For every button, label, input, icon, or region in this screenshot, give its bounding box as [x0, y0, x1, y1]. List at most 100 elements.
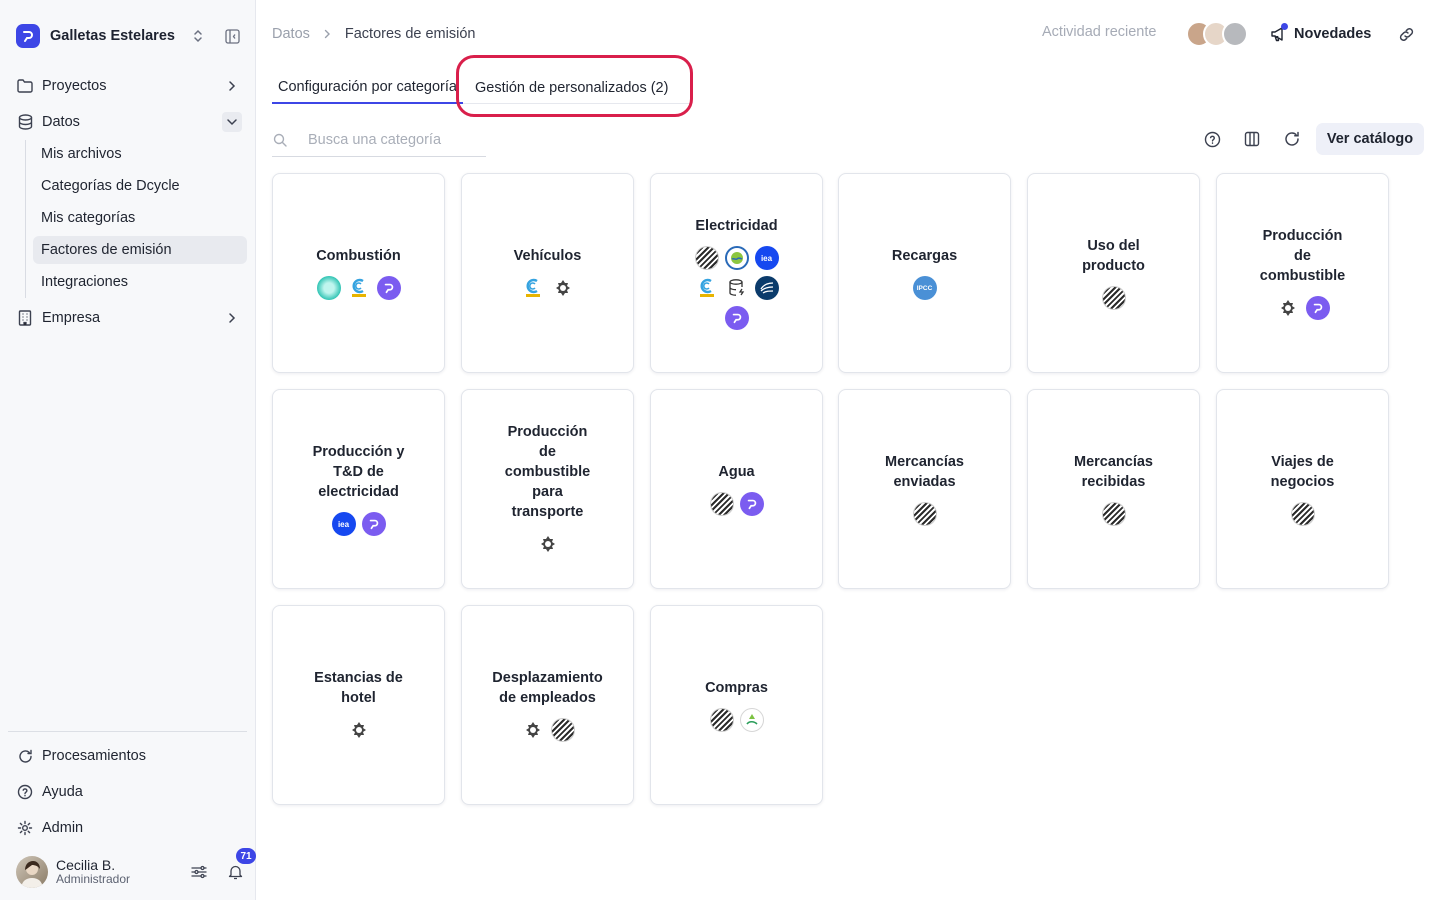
crest-logo-icon: [535, 532, 560, 556]
striped-logo-icon: [694, 246, 719, 270]
energy-db-icon: [724, 276, 749, 300]
recent-activity-link[interactable]: Actividad reciente: [1042, 24, 1156, 40]
chevron-right-icon[interactable]: [222, 308, 242, 328]
ipcc-logo-icon: IPCC: [912, 276, 937, 300]
category-card[interactable]: Producción y T&D de electricidad iea: [272, 389, 445, 589]
highlight-annotation: [456, 55, 693, 117]
notifications-button[interactable]: 71: [224, 848, 256, 883]
sidebar-item-label: Empresa: [42, 310, 101, 326]
category-card[interactable]: Producción de combustible para transport…: [461, 389, 634, 589]
mitma-logo-icon: [520, 276, 545, 300]
category-title: Recargas: [891, 248, 958, 264]
news-button[interactable]: Novedades: [1268, 22, 1371, 46]
chevron-right-icon[interactable]: [222, 76, 242, 96]
chevron-up-down-icon[interactable]: [188, 26, 208, 46]
sidebar-item-label: Datos: [42, 114, 80, 130]
mitma-logo-icon: [694, 276, 719, 300]
dcycle-logo-icon: [724, 306, 749, 330]
ver-catalogo-button[interactable]: Ver catálogo: [1316, 123, 1424, 155]
breadcrumb-parent[interactable]: Datos: [272, 26, 310, 42]
sidebar-item-proyectos[interactable]: Proyectos: [8, 71, 248, 101]
tab-configuracion-categoria[interactable]: Configuración por categoría: [272, 72, 463, 104]
avatar[interactable]: [16, 856, 48, 888]
category-title: Vehículos: [513, 248, 582, 264]
source-logos: [500, 532, 596, 556]
sidebar-subitem-integraciones[interactable]: Integraciones: [33, 268, 247, 296]
category-card[interactable]: Compras: [650, 605, 823, 805]
sidebar-item-admin[interactable]: Admin: [8, 813, 248, 843]
teal-circle-icon: [316, 276, 341, 300]
dcycle-logo-icon: [1305, 296, 1330, 320]
sidebar-divider: [8, 731, 247, 732]
building-icon: [16, 309, 34, 327]
refresh-icon: [1284, 131, 1300, 147]
crest-logo-icon: [520, 718, 545, 742]
folder-icon: [16, 77, 34, 95]
refresh-button[interactable]: [1282, 129, 1302, 149]
striped-logo-icon: [1101, 502, 1126, 526]
source-logos: [1255, 502, 1351, 526]
search-icon: [272, 132, 288, 148]
collapse-sidebar-icon[interactable]: [222, 26, 242, 46]
news-label: Novedades: [1294, 26, 1372, 42]
sidebar-item-label: Proyectos: [42, 78, 107, 94]
category-card[interactable]: Desplazamiento de empleados: [461, 605, 634, 805]
category-card[interactable]: Mercancías recibidas: [1027, 389, 1200, 589]
category-title: Compras: [705, 680, 768, 696]
sidebar-subitem-mis-archivos[interactable]: Mis archivos: [33, 140, 247, 168]
user-profile[interactable]: Cecilia B. Administrador 71: [16, 848, 256, 889]
workspace-switcher[interactable]: Galletas Estelares: [16, 22, 242, 50]
search-input[interactable]: [308, 131, 478, 148]
category-title: Viajes de negocios: [1270, 454, 1335, 490]
epa-logo-icon: [724, 246, 749, 270]
sidebar-subitem-mis-categorias[interactable]: Mis categorías: [33, 204, 247, 232]
ree-logo-icon: [754, 276, 779, 300]
sidebar-item-label: Ayuda: [42, 784, 83, 800]
crest-logo-icon: [550, 276, 575, 300]
iea-logo-icon: iea: [754, 246, 779, 270]
category-card[interactable]: Mercancías enviadas: [838, 389, 1011, 589]
workspace-name: Galletas Estelares: [50, 28, 175, 44]
help-circle-icon: [16, 783, 34, 801]
category-card[interactable]: Combustión: [272, 173, 445, 373]
category-card[interactable]: Vehículos: [461, 173, 634, 373]
user-name: Cecilia B.: [56, 857, 116, 874]
sidebar-item-datos[interactable]: Datos: [8, 107, 248, 137]
category-card[interactable]: Producción de combustible: [1216, 173, 1389, 373]
link-icon[interactable]: [1396, 24, 1416, 44]
sliders-icon[interactable]: [188, 861, 210, 883]
search-bar: [272, 123, 486, 157]
sidebar-item-ayuda[interactable]: Ayuda: [8, 777, 248, 807]
dcycle-logo-icon: [361, 512, 386, 536]
category-card[interactable]: Estancias de hotel: [272, 605, 445, 805]
category-title: Electricidad: [695, 218, 778, 234]
recycle-logo-icon: [739, 708, 764, 732]
refresh-icon: [16, 747, 34, 765]
chevron-down-icon[interactable]: [222, 112, 242, 132]
crest-logo-icon: [346, 718, 371, 742]
category-card[interactable]: Electricidad iea: [650, 173, 823, 373]
new-indicator-dot: [1281, 23, 1288, 30]
columns-button[interactable]: [1242, 129, 1262, 149]
crest-logo-icon: [1275, 296, 1300, 320]
breadcrumb-current: Factores de emisión: [344, 26, 476, 42]
category-title: Producción de combustible: [1259, 228, 1346, 284]
sidebar-subitem-factores-emision[interactable]: Factores de emisión: [33, 236, 247, 264]
sidebar-item-empresa[interactable]: Empresa: [8, 303, 248, 333]
help-circle-icon: [1204, 131, 1221, 148]
help-button[interactable]: [1202, 129, 1222, 149]
dcycle-logo-icon: [376, 276, 401, 300]
category-card[interactable]: Agua: [650, 389, 823, 589]
category-card[interactable]: Uso del producto: [1027, 173, 1200, 373]
collaborator-avatars[interactable]: [1186, 21, 1248, 47]
category-card[interactable]: Recargas IPCC: [838, 173, 1011, 373]
dcycle-logo-icon: [16, 24, 40, 48]
category-title: Mercancías recibidas: [1074, 454, 1153, 490]
sidebar-item-procesamientos[interactable]: Procesamientos: [8, 741, 248, 771]
striped-logo-icon: [709, 708, 734, 732]
sidebar: Galletas Estelares Proyectos Datos Mis a…: [0, 0, 256, 900]
source-logos: [1255, 296, 1351, 320]
category-title: Mercancías enviadas: [885, 454, 964, 490]
sidebar-subitem-categorias-dcycle[interactable]: Categorías de Dcycle: [33, 172, 247, 200]
category-card[interactable]: Viajes de negocios: [1216, 389, 1389, 589]
